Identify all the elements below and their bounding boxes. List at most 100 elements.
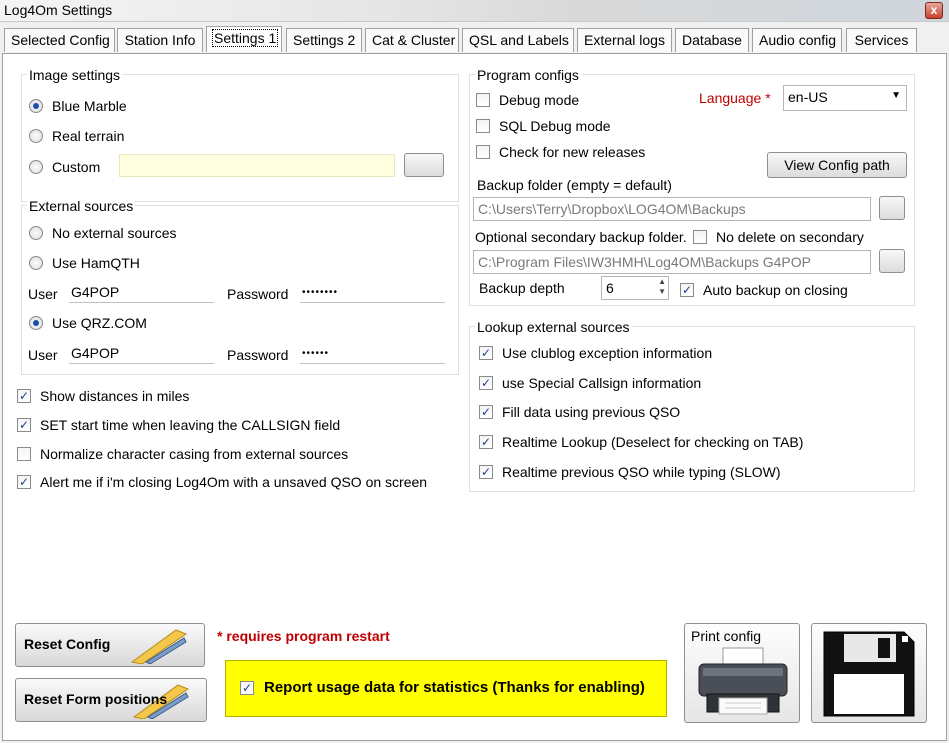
view-config-path-button[interactable]: View Config path — [767, 152, 907, 178]
special-callsign-checkbox[interactable]: ✓ — [479, 376, 493, 390]
settings-panel: Image settings Blue Marble Real terrain … — [2, 53, 947, 741]
checkbox-label: Realtime previous QSO while typing (SLOW… — [502, 464, 781, 480]
clublog-exception-checkbox[interactable]: ✓ — [479, 346, 493, 360]
backup-folder-field[interactable]: C:\Users\Terry\Dropbox\LOG4OM\Backups — [473, 197, 871, 221]
radio-label: Real terrain — [52, 128, 125, 144]
title-bar: Log4Om Settings x — [0, 0, 949, 22]
radio-custom[interactable] — [29, 160, 43, 174]
realtime-previous-qso-checkbox[interactable]: ✓ — [479, 465, 493, 479]
restart-note-text: requires program restart — [226, 628, 390, 644]
radio-hamqth[interactable] — [29, 256, 43, 270]
tab-settings-1[interactable]: Settings 1 — [206, 26, 282, 52]
checkbox-label: Show distances in miles — [40, 388, 190, 404]
stepper-arrows-icon[interactable]: ▲ ▼ — [658, 277, 666, 297]
tab-label: Station Info — [124, 32, 196, 48]
lookup-title: Lookup external sources — [475, 319, 632, 335]
floppy-disk-icon — [823, 631, 915, 717]
browse-secondary-button[interactable] — [879, 249, 905, 273]
qrz-user-field[interactable]: G4POP — [69, 342, 214, 364]
usage-data-label: Report usage data for statistics (Thanks… — [264, 679, 645, 696]
tab-external-logs[interactable]: External logs — [577, 28, 672, 52]
password-label: Password — [227, 347, 289, 363]
tab-services[interactable]: Services — [846, 28, 917, 52]
restart-star: * — [765, 90, 771, 106]
hamqth-password-field[interactable]: •••••••• — [300, 281, 445, 303]
checkbox-label: Auto backup on closing — [703, 282, 848, 298]
tab-label: External logs — [584, 32, 665, 48]
checkbox-label: Realtime Lookup (Deselect for checking o… — [502, 434, 804, 450]
radio-label: Custom — [52, 159, 101, 175]
checkbox-label: Use clublog exception information — [502, 345, 713, 361]
close-icon[interactable]: x — [925, 2, 943, 19]
tab-label: Audio config — [759, 32, 837, 48]
radio-label: No external sources — [52, 225, 177, 241]
printer-icon — [698, 647, 788, 715]
radio-no-external[interactable] — [29, 226, 43, 240]
browse-image-button[interactable] — [404, 153, 444, 177]
checkbox-label: No delete on secondary — [716, 229, 864, 245]
restart-star: * — [217, 628, 223, 644]
check-releases-checkbox[interactable] — [476, 145, 490, 159]
external-sources-title: External sources — [27, 198, 136, 214]
tab-bar: Selected Config Station Info Settings 1 … — [0, 26, 949, 54]
checkbox-label: SQL Debug mode — [499, 118, 611, 134]
language-value: en-US — [788, 89, 828, 105]
tab-label: Cat & Cluster — [372, 32, 456, 48]
image-settings-title: Image settings — [27, 67, 123, 83]
restart-note: * requires program restart — [217, 628, 390, 644]
qrz-password-field[interactable]: •••••• — [300, 342, 445, 364]
usage-data-checkbox[interactable]: ✓ — [240, 681, 254, 695]
checkbox-label: Normalize character casing from external… — [40, 446, 349, 462]
reset-config-button[interactable]: Reset Config — [15, 623, 205, 667]
radio-blue-marble[interactable] — [29, 99, 43, 113]
checkbox-label: use Special Callsign information — [502, 375, 702, 391]
radio-qrz[interactable] — [29, 316, 43, 330]
alert-unsaved-checkbox[interactable]: ✓ — [17, 475, 31, 489]
program-configs-title: Program configs — [475, 67, 581, 83]
tab-label: Services — [854, 32, 909, 48]
user-label: User — [28, 286, 58, 302]
backup-folder-label: Backup folder (empty = default) — [477, 177, 672, 193]
checkbox-label: Check for new releases — [499, 144, 646, 160]
print-config-button[interactable]: Print config — [684, 623, 800, 723]
secondary-folder-field[interactable]: C:\Program Files\IW3HMH\Log4OM\Backups G… — [473, 250, 871, 274]
tab-selected-config[interactable]: Selected Config — [4, 28, 115, 52]
fill-previous-qso-checkbox[interactable]: ✓ — [479, 405, 493, 419]
backup-depth-label: Backup depth — [479, 280, 565, 296]
save-button[interactable] — [811, 623, 927, 723]
radio-label: Use HamQTH — [52, 255, 140, 271]
browse-backup-button[interactable] — [879, 196, 905, 220]
custom-image-path-field[interactable] — [119, 154, 395, 177]
checkbox-label: Alert me if i'm closing Log4Om with a un… — [40, 474, 428, 490]
tab-station-info[interactable]: Station Info — [117, 28, 203, 52]
language-label: Language * — [699, 90, 771, 106]
show-distances-checkbox[interactable]: ✓ — [17, 389, 31, 403]
backup-depth-stepper[interactable]: 6 ▲ ▼ — [601, 276, 669, 300]
normalize-casing-checkbox[interactable] — [17, 447, 31, 461]
tab-label: Settings 1 — [211, 29, 279, 47]
tab-audio-config[interactable]: Audio config — [752, 28, 842, 52]
checkbox-label: Debug mode — [499, 92, 580, 108]
tab-label: QSL and Labels — [469, 32, 569, 48]
tab-label: Selected Config — [11, 32, 110, 48]
tab-database[interactable]: Database — [675, 28, 749, 52]
tab-cat-cluster[interactable]: Cat & Cluster — [365, 28, 459, 52]
reset-form-positions-button[interactable]: Reset Form positions — [15, 678, 207, 722]
set-start-time-checkbox[interactable]: ✓ — [17, 418, 31, 432]
print-config-label: Print config — [691, 628, 762, 644]
tab-settings-2[interactable]: Settings 2 — [286, 28, 362, 52]
wrench-screwdriver-icon — [130, 629, 188, 664]
reset-form-label: Reset Form positions — [24, 691, 168, 707]
radio-label: Blue Marble — [52, 98, 127, 114]
chevron-down-icon: ▼ — [891, 90, 901, 101]
tab-label: Database — [682, 32, 742, 48]
no-delete-secondary-checkbox[interactable] — [693, 230, 707, 244]
hamqth-user-field[interactable]: G4POP — [69, 281, 214, 303]
auto-backup-checkbox[interactable]: ✓ — [680, 283, 694, 297]
debug-mode-checkbox[interactable] — [476, 93, 490, 107]
language-select[interactable]: en-US ▼ — [783, 85, 907, 111]
sql-debug-checkbox[interactable] — [476, 119, 490, 133]
realtime-lookup-checkbox[interactable]: ✓ — [479, 435, 493, 449]
radio-real-terrain[interactable] — [29, 129, 43, 143]
tab-qsl-labels[interactable]: QSL and Labels — [462, 28, 574, 52]
